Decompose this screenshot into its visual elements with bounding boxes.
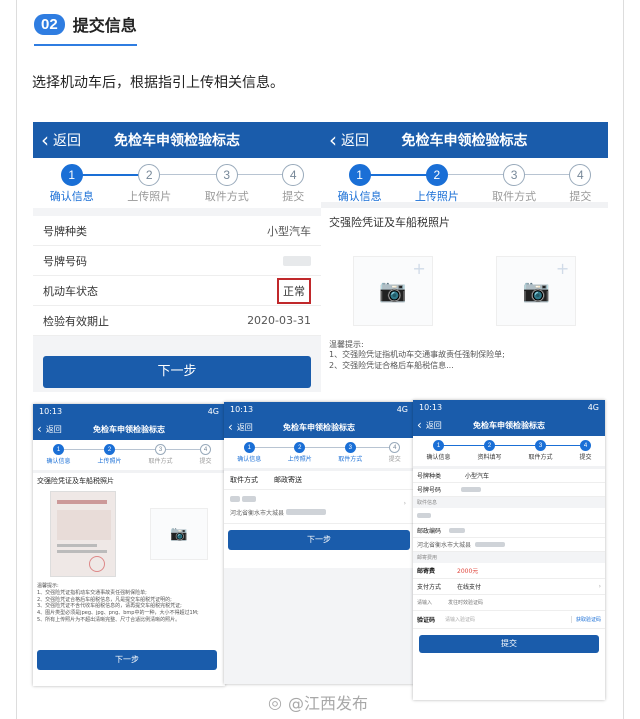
status-bar: 10:13 4G <box>33 404 225 418</box>
payment-method[interactable]: 支付方式 在线支付 › <box>413 579 605 595</box>
step-4: 4 提交 <box>579 440 592 461</box>
section-title: 提交信息 <box>72 16 137 35</box>
back-button[interactable]: ‹ 返回 <box>228 420 253 434</box>
step-4: 4 提交 <box>389 442 401 463</box>
step-3: 3 取件方式 <box>492 164 536 204</box>
tips-block: 温馨提示: 1、交强险凭证指机动车交通事故责任强制保险单; 2、交强险凭证合格后… <box>37 583 199 623</box>
step-4: 4 提交 <box>569 164 592 204</box>
get-code-button[interactable]: 获取验证码 <box>570 616 601 623</box>
camera-icon: 📷 <box>170 526 188 542</box>
upload-heading: 交强险凭证及车船税照片 <box>329 216 450 229</box>
step-1: 1 确认信息 <box>338 164 382 204</box>
camera-icon: 📷 <box>379 278 407 304</box>
status-value-highlight: 正常 <box>277 277 311 304</box>
nav-bar: ‹ 返回 免检车申领检验标志 <box>413 414 605 436</box>
status-bar: 10:13 4G <box>413 400 605 414</box>
chevron-right-icon: › <box>598 583 601 590</box>
next-button[interactable]: 下一步 <box>37 650 217 670</box>
nav-bar: ‹ 返回 免检车申领检验标志 <box>33 122 321 158</box>
step-indicator: 1 确认信息 2 上传照片 3 取件方式 4 提交 <box>224 438 414 468</box>
step-3: 3 取件方式 <box>338 442 362 463</box>
weibo-logo-icon: ◎ <box>268 692 282 712</box>
row-plate-number: 号牌号码 <box>33 246 321 276</box>
screen-upload-filled: 10:13 4G ‹ 返回 免检车申领检验标志 1 确认信息 2 上传照片 3 取件方式 … <box>33 404 225 686</box>
step-2: 2 上传照片 <box>288 442 312 463</box>
step-indicator: 1 确认信息 2 上传照片 3 取件方式 4 提交 <box>33 440 225 470</box>
step-1: 1 确认信息 <box>46 444 71 465</box>
submit-button[interactable]: 提交 <box>419 635 599 653</box>
step-4: 4 提交 <box>199 444 212 465</box>
screen-upload-photos: ‹ 返回 免检车申领检验标志 1 确认信息 2 上传照片 3 取件方式 4 提交 交强险凭… <box>321 122 608 402</box>
row-valid-until: 检验有效期止 2020-03-31 <box>33 306 321 336</box>
step-indicator: 1 确认信息 2 上传照片 3 取件方式 4 提交 <box>321 158 608 208</box>
section-header: 02 提交信息 <box>34 12 137 46</box>
address-entry[interactable]: 河北省衡水市大城县 › <box>224 490 414 524</box>
fee-amount: 2000元 <box>457 568 479 575</box>
upload-slot-2[interactable]: 📷 <box>150 508 208 560</box>
section-number: 02 <box>34 13 65 35</box>
nav-bar: ‹ 返回 免检车申领检验标志 <box>321 122 608 158</box>
tab-pickup-method[interactable]: 取件方式 <box>230 475 258 485</box>
back-button[interactable]: ‹ 返回 <box>41 130 81 150</box>
chevron-right-icon: › <box>403 500 406 507</box>
screen-confirm-info: ‹ 返回 免检车申领检验标志 1 确认信息 2 上传照片 3 取件方式 4 提交 号牌种类… <box>33 122 321 392</box>
step-2: 2 上传照片 <box>415 164 459 204</box>
back-button[interactable]: ‹ 返回 <box>417 418 442 432</box>
step-3: 3 取件方式 <box>148 444 173 465</box>
step-indicator: 1 确认信息 2 资料填写 3 取件方式 4 提交 <box>413 436 605 466</box>
row-plate-type: 号牌种类 小型汽车 <box>33 216 321 246</box>
step-indicator: 1 确认信息 2 上传照片 3 取件方式 4 提交 <box>33 158 321 208</box>
step-3: 3 取件方式 <box>528 440 553 461</box>
screen-submit: 10:13 4G ‹ 返回 免检车申领检验标志 1 确认信息 2 资料填写 3 取件方式 … <box>413 400 605 700</box>
intro-text: 选择机动车后，根据指引上传相关信息。 <box>32 75 284 91</box>
chevron-left-icon: ‹ <box>41 128 49 152</box>
screen-pickup-method: 10:13 4G ‹ 返回 免检车申领检验标志 1 确认信息 2 上传照片 3 取件方式 … <box>224 402 414 684</box>
back-button[interactable]: ‹ 返回 <box>37 422 62 436</box>
code-input[interactable]: 请输入验证码 <box>445 616 475 623</box>
next-button[interactable]: 下一步 <box>228 530 410 550</box>
step-3: 3 取件方式 <box>205 164 249 204</box>
row-vehicle-status: 机动车状态 正常 <box>33 276 321 306</box>
upload-slot-1[interactable]: + 📷 <box>352 256 433 326</box>
nav-bar: ‹ 返回 免检车申领检验标志 <box>33 418 225 440</box>
status-bar: 10:13 4G <box>224 402 414 416</box>
upload-slot-2[interactable]: + 📷 <box>496 256 577 326</box>
chevron-left-icon: ‹ <box>329 128 337 152</box>
step-2: 2 上传照片 <box>97 444 122 465</box>
tab-postal[interactable]: 邮政寄送 <box>274 475 302 485</box>
chevron-left-icon: ‹ <box>37 422 42 436</box>
chevron-left-icon: ‹ <box>417 418 422 432</box>
step-2: 2 上传照片 <box>127 164 171 204</box>
nav-bar: ‹ 返回 免检车申领检验标志 <box>224 416 414 438</box>
step-1: 1 确认信息 <box>426 440 451 461</box>
insurance-photo[interactable] <box>50 491 116 577</box>
step-1: 1 确认信息 <box>237 442 261 463</box>
next-button[interactable]: 下一步 <box>43 356 311 388</box>
chevron-left-icon: ‹ <box>228 420 233 434</box>
step-4: 4 提交 <box>282 164 305 204</box>
step-2: 2 资料填写 <box>477 440 502 461</box>
tips-block: 温馨提示: 1、交强险凭证指机动车交通事故责任强制保险单; 2、交强险凭证合格后… <box>329 340 505 370</box>
weibo-watermark: ◎ @江西发布 <box>268 692 368 714</box>
back-button[interactable]: ‹ 返回 <box>329 130 369 150</box>
camera-icon: 📷 <box>522 278 550 304</box>
step-1: 1 确认信息 <box>50 164 94 204</box>
